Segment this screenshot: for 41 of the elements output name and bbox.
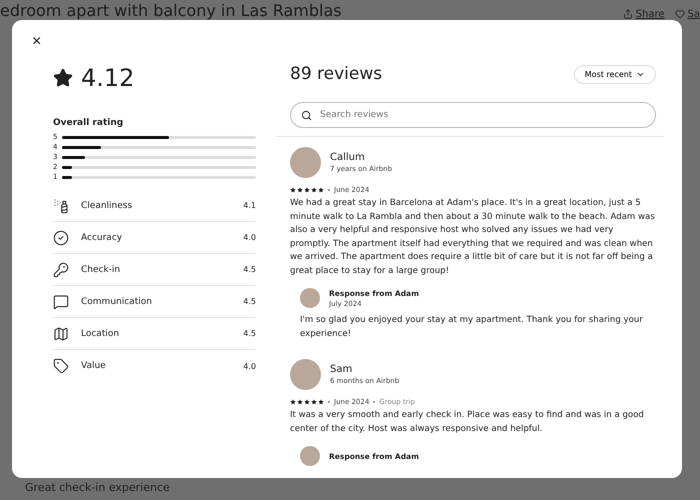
category-score: 4.0 <box>243 362 256 370</box>
category-score: 4.1 <box>243 201 256 210</box>
overall-rating-label: Overall rating <box>53 118 124 128</box>
reviewer-name: Callum <box>330 152 366 163</box>
separator-dot <box>373 401 376 403</box>
separator-dot <box>328 401 330 403</box>
review-text: It was a very smooth and early check in. Place was easy to find and was in a good center of the city. Host was always responsive and helpful. <box>290 409 645 436</box>
highlight-title: Great check-in experience <box>25 481 171 494</box>
search-icon <box>301 110 312 120</box>
tag-icon <box>53 358 69 374</box>
category-label: Cleanliness <box>81 200 134 210</box>
response-text: I'm so glad you enjoyed your stay at my apartment. Thank you for sharing your experience! <box>300 314 644 340</box>
close-button[interactable]: × <box>32 34 42 50</box>
listing-title: edroom apart with balcony in Las Ramblas <box>0 0 342 20</box>
review-text: We had a great stay in Barcelona at Adam's place. It's in a great location, just a 5 minute walk to La Rambla and then about a 30 minute walk to the beach. Adam was also a very helpful and responsive host who solved any issues we had very promptly. The apartment itself had everything that we required and was clean when we arrived. The apartment does require a little bit of care but it is not far off being a great place to stay for a large group! <box>290 197 656 278</box>
share-icon <box>622 9 633 19</box>
category-label: Check-in <box>81 264 122 274</box>
category-score: 4.0 <box>243 233 256 242</box>
category-label: Communication <box>81 296 153 306</box>
check-circle-icon <box>53 230 69 246</box>
sort-dropdown[interactable]: Most recent <box>574 64 656 84</box>
avatar <box>290 359 321 390</box>
speech-bubble-icon <box>53 294 69 310</box>
rating-score: 4.12 <box>81 64 134 92</box>
search-field[interactable]: Search reviews <box>290 102 656 128</box>
reviewer-name: Sam <box>330 364 354 375</box>
category-score: 4.5 <box>243 297 256 306</box>
category-score: 4.5 <box>243 265 256 274</box>
separator-dot <box>328 189 330 191</box>
star-icon <box>53 68 73 88</box>
avatar <box>290 147 321 178</box>
avatar <box>300 288 320 308</box>
avatar <box>300 446 320 466</box>
category-score: 4.5 <box>243 329 256 338</box>
key-icon <box>53 262 69 278</box>
category-label: Location <box>81 328 120 338</box>
category-label: Value <box>81 361 107 371</box>
heart-icon <box>674 9 685 19</box>
reviews-count-title: 89 reviews <box>290 64 382 84</box>
map-icon <box>53 326 69 342</box>
category-label: Accuracy <box>81 232 124 242</box>
